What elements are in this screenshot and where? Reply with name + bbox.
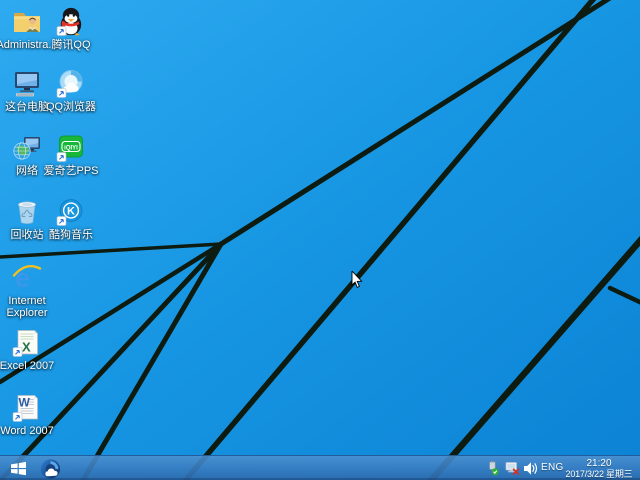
desktop-icon-word-2007[interactable]: W Word 2007 bbox=[0, 391, 65, 437]
svg-text:iQIYI: iQIYI bbox=[64, 145, 78, 151]
network-status-icon[interactable] bbox=[505, 461, 520, 476]
desktop-icon-tencent-qq[interactable]: 腾讯QQ bbox=[33, 5, 109, 51]
svg-text:K: K bbox=[67, 206, 75, 218]
shortcut-arrow-overlay bbox=[57, 153, 66, 162]
desktop-icon-label: 爱奇艺PPS bbox=[33, 165, 109, 177]
desktop-icon-internet-explorer[interactable]: e Internet Explorer bbox=[0, 261, 65, 319]
desktop-icon-label: Excel 2007 bbox=[0, 360, 65, 372]
desktop-icon-label: 腾讯QQ bbox=[33, 39, 109, 51]
word-2007-icon: W bbox=[11, 391, 43, 423]
volume-icon[interactable] bbox=[523, 461, 538, 476]
windows-logo-icon bbox=[10, 460, 27, 477]
shortcut-arrow-overlay bbox=[57, 217, 66, 226]
excel-2007-icon: X bbox=[11, 326, 43, 358]
tray-clock[interactable]: 21:20 2017/3/22 星期三 bbox=[562, 458, 636, 479]
desktop-icon-qq-browser[interactable]: QQ浏览器 bbox=[33, 67, 109, 113]
desktop-icon-label: 酷狗音乐 bbox=[33, 229, 109, 241]
clock-time: 21:20 bbox=[562, 458, 636, 469]
clock-date: 2017/3/22 星期三 bbox=[562, 469, 636, 479]
shortcut-arrow-overlay bbox=[57, 89, 66, 98]
desktop[interactable]: Administra... 腾讯QQ 这台电脑 QQ浏览器 网络 iQIYI 爱… bbox=[0, 0, 640, 480]
shortcut-arrow-overlay bbox=[13, 413, 22, 422]
desktop-icon-label: Word 2007 bbox=[0, 425, 65, 437]
svg-text:X: X bbox=[22, 340, 31, 355]
qq-browser-icon bbox=[55, 67, 87, 99]
desktop-icon-label: QQ浏览器 bbox=[33, 101, 109, 113]
shortcut-arrow-overlay bbox=[13, 348, 22, 357]
qq-browser-taskbar-icon bbox=[39, 458, 62, 480]
language-indicator[interactable]: ENG bbox=[541, 462, 564, 473]
iqiyi-pps-icon: iQIYI bbox=[55, 131, 87, 163]
desktop-icon-label: Internet Explorer bbox=[0, 295, 56, 319]
safely-remove-hardware-icon[interactable] bbox=[485, 461, 500, 476]
taskbar-app-qq-browser[interactable] bbox=[38, 457, 63, 480]
internet-explorer-icon: e bbox=[11, 261, 43, 293]
desktop-icon-iqiyi-pps[interactable]: iQIYI 爱奇艺PPS bbox=[33, 131, 109, 177]
start-button[interactable] bbox=[7, 459, 29, 478]
svg-text:W: W bbox=[19, 396, 31, 410]
kugou-music-icon: K bbox=[55, 195, 87, 227]
shortcut-arrow-overlay bbox=[57, 27, 66, 36]
taskbar: ENG 21:20 2017/3/22 星期三 bbox=[0, 455, 640, 480]
desktop-icon-excel-2007[interactable]: X Excel 2007 bbox=[0, 326, 65, 372]
desktop-icon-kugou-music[interactable]: K 酷狗音乐 bbox=[33, 195, 109, 241]
tencent-qq-icon bbox=[55, 5, 87, 37]
